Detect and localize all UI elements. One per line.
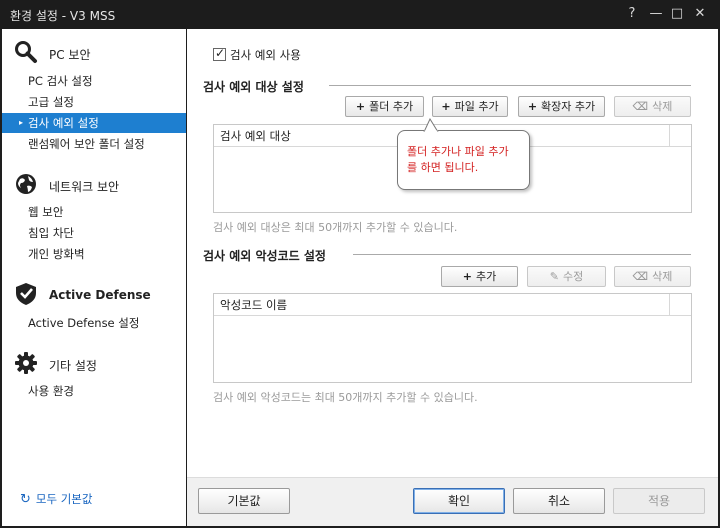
tooltip-tail (423, 118, 439, 132)
pencil-icon: ✎ (549, 270, 559, 283)
column-header-spacer (669, 125, 691, 147)
button-label: 삭제 (652, 100, 673, 113)
tooltip-line-2: 를 하면 됩니다. (407, 161, 479, 174)
delete-target-button[interactable]: ⌫ 삭제 (614, 96, 691, 117)
help-icon[interactable]: ? (622, 4, 642, 24)
button-label: 파일 추가 (454, 100, 499, 113)
section-label: 네트워크 보안 (49, 180, 120, 194)
reset-all-label: 모두 기본값 (35, 492, 93, 506)
plus-icon: + (527, 100, 538, 113)
sidebar-item-label: 검사 예외 설정 (28, 116, 99, 130)
close-icon[interactable]: ✕ (690, 4, 710, 24)
tooltip-line-1: 폴더 추가나 파일 추가 (407, 145, 509, 158)
targets-hint: 검사 예외 대상은 최대 50개까지 추가할 수 있습니다. (213, 221, 458, 234)
targets-group-title: 검사 예외 대상 설정 (203, 80, 304, 94)
section-label: 기타 설정 (49, 359, 97, 373)
button-label: 추가 (475, 270, 497, 283)
button-label: 삭제 (652, 270, 673, 283)
section-label: Active Defense (49, 288, 151, 302)
sidebar-item-intrusion-block[interactable]: 침입 차단 (2, 223, 186, 243)
gear-icon (15, 352, 37, 374)
plus-icon: + (462, 270, 472, 283)
add-extension-button[interactable]: + 확장자 추가 (518, 96, 605, 117)
ok-button[interactable]: 확인 (413, 488, 505, 514)
column-header-malware[interactable]: 악성코드 이름 (214, 294, 669, 316)
sidebar-item-scan-exclusion[interactable]: ▸ 검사 예외 설정 (2, 113, 186, 133)
edit-malware-button[interactable]: ✎ 수정 (527, 266, 606, 287)
add-folder-button[interactable]: + 폴더 추가 (345, 96, 424, 117)
malware-group-title: 검사 예외 악성코드 설정 (203, 249, 326, 263)
sidebar-item-advanced[interactable]: 고급 설정 (2, 92, 186, 112)
defaults-button[interactable]: 기본값 (198, 488, 290, 514)
plus-icon: + (355, 100, 366, 113)
add-file-button[interactable]: + 파일 추가 (432, 96, 508, 117)
sidebar: PC 보안 PC 검사 설정 고급 설정 ▸ 검사 예외 설정 랜섬웨어 보안 … (2, 29, 186, 526)
globe-icon (16, 174, 36, 194)
apply-button[interactable]: 적용 (613, 488, 705, 514)
eraser-icon: ⌫ (632, 270, 649, 283)
shield-check-icon (16, 283, 36, 305)
settings-window: 환경 설정 - V3 MSS ? — □ ✕ PC 보안 PC 검사 설정 고급… (0, 0, 720, 528)
add-malware-button[interactable]: + 추가 (441, 266, 518, 287)
sidebar-item-web-security[interactable]: 웹 보안 (2, 202, 186, 222)
maximize-icon[interactable]: □ (667, 4, 687, 24)
reset-all-link[interactable]: ↻ 모두 기본값 (20, 491, 92, 507)
title-bar[interactable]: 환경 설정 - V3 MSS ? — □ ✕ (0, 0, 720, 29)
column-header-spacer (669, 294, 691, 316)
section-label: PC 보안 (49, 48, 91, 62)
group-divider (353, 254, 691, 255)
malware-hint: 검사 예외 악성코드는 최대 50개까지 추가할 수 있습니다. (213, 391, 478, 404)
sidebar-item-active-defense[interactable]: Active Defense 설정 (2, 313, 186, 333)
footer-bar: 기본값 확인 취소 적용 (187, 477, 718, 526)
window-title: 환경 설정 - V3 MSS (10, 9, 116, 23)
delete-malware-button[interactable]: ⌫ 삭제 (614, 266, 691, 287)
sidebar-item-ransomware-folder[interactable]: 랜섬웨어 보안 폴더 설정 (2, 134, 186, 154)
plus-icon: + (441, 100, 451, 113)
sidebar-item-environment[interactable]: 사용 환경 (2, 381, 186, 401)
search-icon (15, 41, 37, 63)
minimize-icon[interactable]: — (646, 4, 666, 24)
reset-icon: ↻ (20, 492, 31, 507)
enable-exclusion-checkbox[interactable] (213, 46, 226, 61)
button-label: 폴더 추가 (369, 100, 414, 113)
enable-exclusion-label: 검사 예외 사용 (230, 48, 301, 62)
exclusion-malware-list[interactable]: 악성코드 이름 (213, 293, 692, 383)
eraser-icon: ⌫ (632, 100, 649, 113)
main-panel: 검사 예외 사용 검사 예외 대상 설정 +폴더 추가 +파일 추가 +확장자 … (187, 29, 718, 477)
help-tooltip: 폴더 추가나 파일 추가 를 하면 됩니다. (397, 118, 530, 190)
sidebar-item-pc-scan[interactable]: PC 검사 설정 (2, 71, 186, 91)
chevron-right-icon: ▸ (19, 118, 24, 127)
cancel-button[interactable]: 취소 (513, 488, 605, 514)
sidebar-item-personal-firewall[interactable]: 개인 방화벽 (2, 244, 186, 264)
group-divider (329, 85, 691, 86)
button-label: 확장자 추가 (541, 100, 596, 113)
button-label: 수정 (562, 270, 584, 283)
